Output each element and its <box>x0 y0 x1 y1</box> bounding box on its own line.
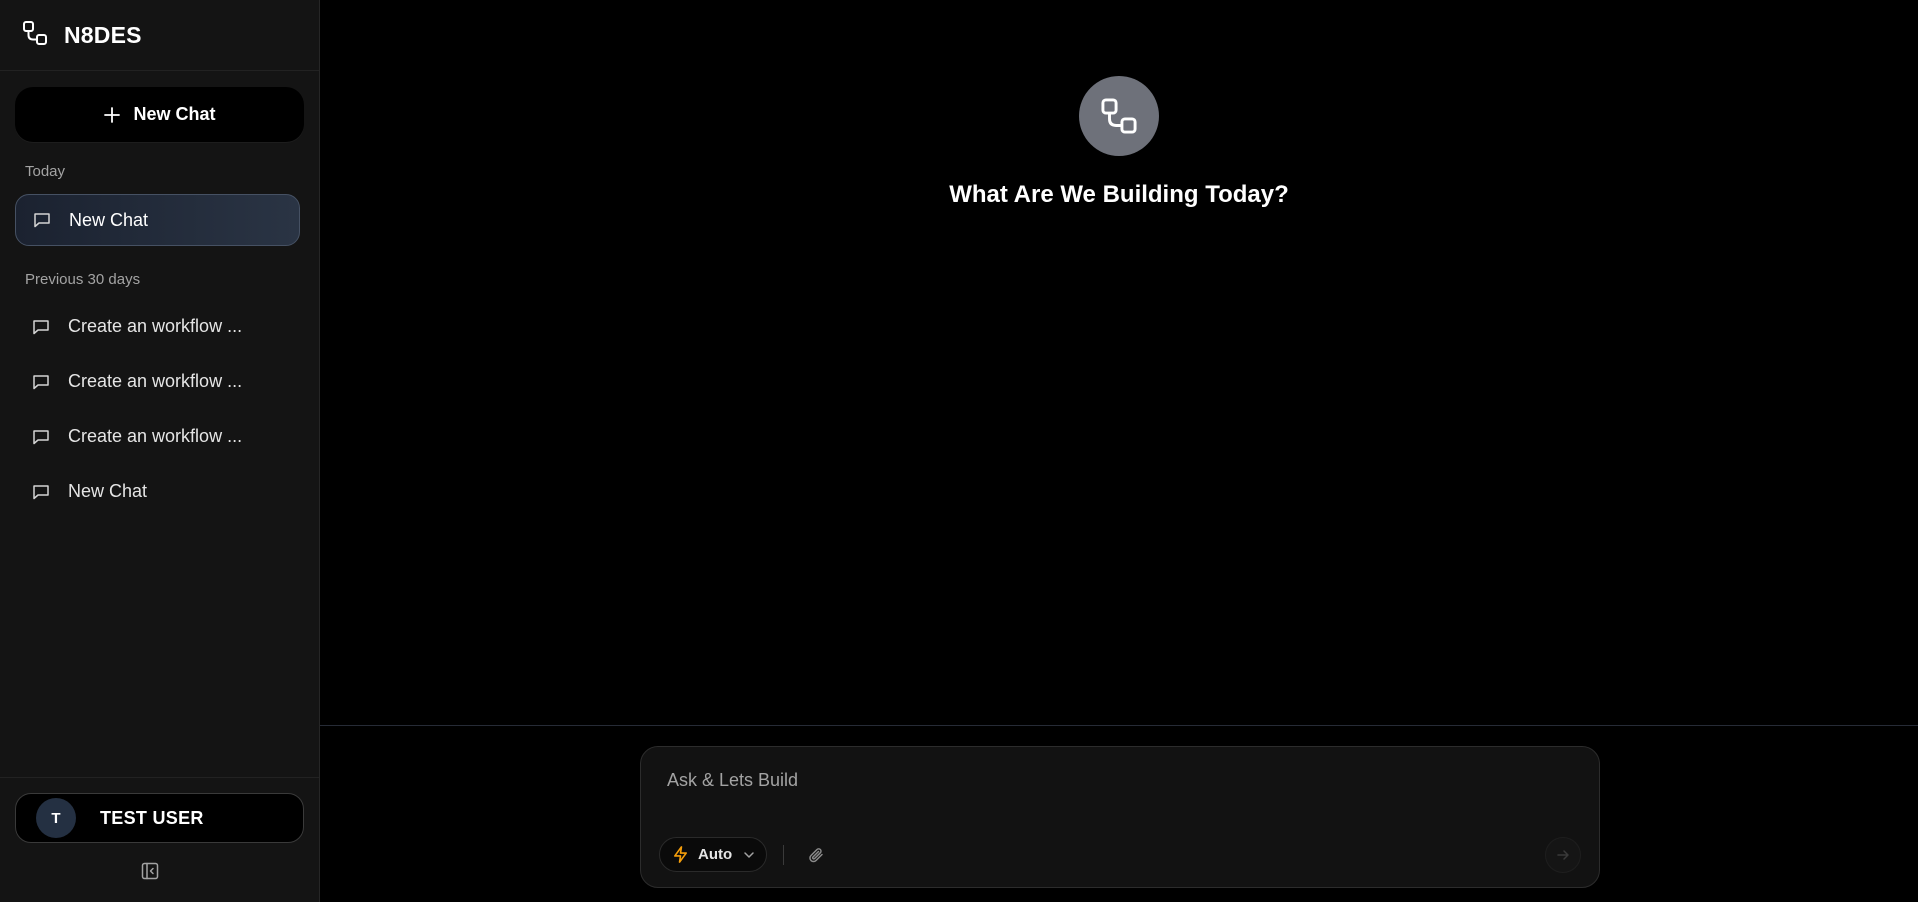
sidebar-footer: T TEST USER <box>0 777 319 902</box>
app-root: N8DES New Chat Today New Chat Previous 3… <box>0 0 1918 902</box>
brand-name: N8DES <box>64 21 142 48</box>
section-label-previous: Previous 30 days <box>25 271 141 288</box>
brand-header: N8DES <box>0 0 319 71</box>
paperclip-icon[interactable] <box>806 845 826 865</box>
new-chat-label: New Chat <box>133 104 216 124</box>
chevron-down-icon <box>742 848 756 862</box>
main-area: What Are We Building Today? Auto <box>320 0 1918 902</box>
hero: What Are We Building Today? <box>320 76 1918 209</box>
chat-item-new-chat-active[interactable]: New Chat <box>15 194 300 246</box>
user-name: TEST USER <box>100 807 204 828</box>
workflow-nodes-icon <box>22 20 48 51</box>
collapse-sidebar-icon[interactable] <box>140 861 160 881</box>
lightning-icon <box>671 845 690 864</box>
chat-item[interactable]: Create an workflow ... <box>15 409 300 464</box>
arrow-right-icon <box>1557 850 1569 860</box>
message-square-icon <box>33 374 49 389</box>
chat-item-label: Create an workflow ... <box>68 371 243 391</box>
plus-icon <box>104 106 121 123</box>
message-square-icon <box>33 319 49 334</box>
section-label-today: Today <box>25 163 66 180</box>
mode-label: Auto <box>698 846 733 863</box>
chat-input[interactable] <box>667 765 1527 795</box>
message-square-icon <box>33 484 49 499</box>
message-square-icon <box>33 429 49 444</box>
chat-item[interactable]: Create an workflow ... <box>15 299 300 354</box>
today-chat-list: New Chat <box>0 194 319 246</box>
chat-item[interactable]: Create an workflow ... <box>15 354 300 409</box>
chat-item-label: New Chat <box>69 209 149 230</box>
chat-item-label: Create an workflow ... <box>68 426 243 446</box>
page-title: What Are We Building Today? <box>949 181 1289 208</box>
composer-divider <box>320 725 1918 726</box>
chat-item[interactable]: New Chat <box>15 464 300 519</box>
mode-selector[interactable]: Auto <box>659 837 767 872</box>
message-square-icon <box>34 213 50 228</box>
chat-item-label: Create an workflow ... <box>68 316 243 336</box>
send-button[interactable] <box>1545 837 1581 873</box>
avatar: T <box>36 798 76 838</box>
new-chat-button[interactable]: New Chat <box>15 87 304 142</box>
hero-logo <box>1079 76 1159 156</box>
chat-item-label: New Chat <box>68 481 148 501</box>
previous-chat-list: Create an workflow ... Create an workflo… <box>0 299 319 519</box>
workflow-nodes-icon <box>1101 98 1137 134</box>
user-profile-button[interactable]: T TEST USER <box>15 793 304 843</box>
chat-composer: Auto <box>640 746 1600 888</box>
toolbar-separator <box>783 845 784 865</box>
sidebar: N8DES New Chat Today New Chat Previous 3… <box>0 0 320 902</box>
